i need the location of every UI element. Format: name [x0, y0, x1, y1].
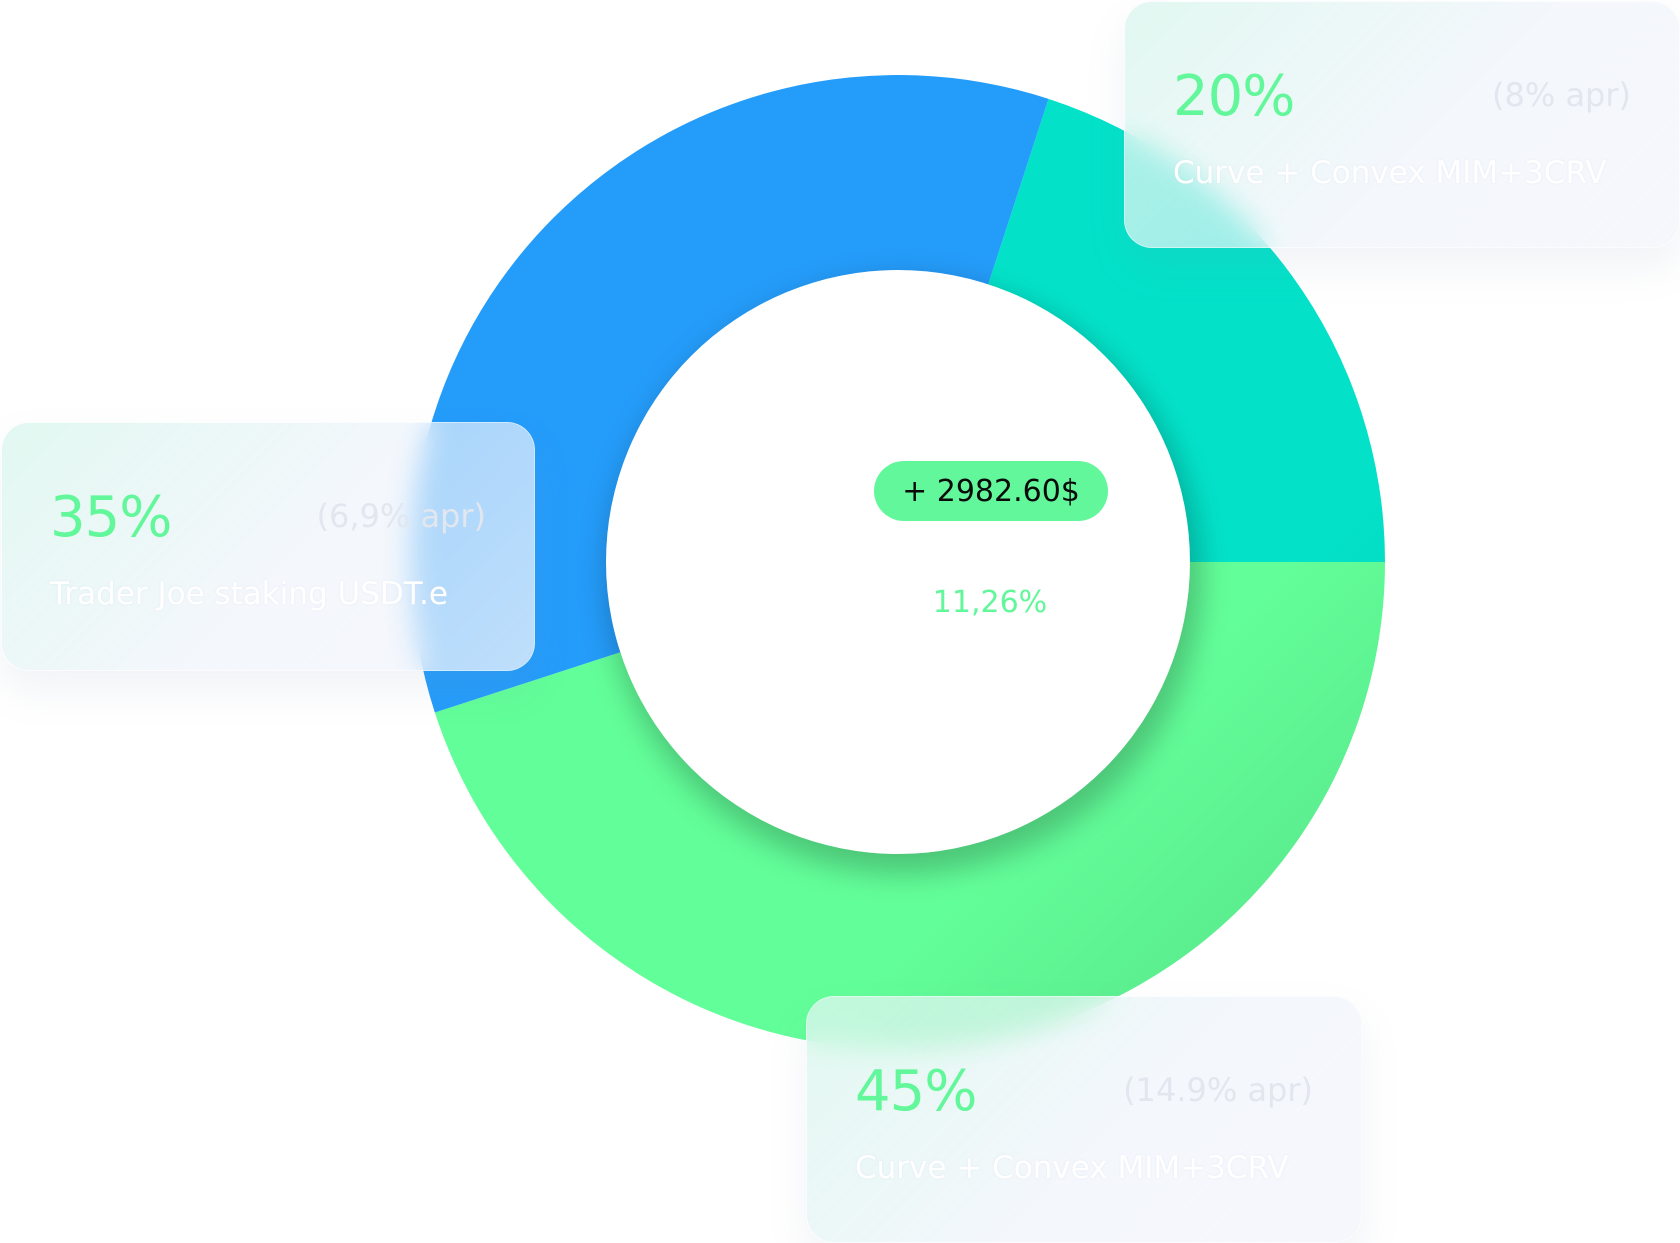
legend-apr: (14.9% apr): [1123, 1071, 1313, 1109]
center-amount-badge: + 2982.60$: [874, 461, 1108, 521]
legend-label: Curve + Convex MIM+3CRV: [1173, 155, 1607, 191]
legend-card-curve-45: 45% (14.9% apr) Curve + Convex MIM+3CRV: [806, 996, 1362, 1243]
donut-hole: [606, 270, 1190, 854]
legend-apr: (6,9% apr): [316, 497, 486, 535]
legend-percent: 20%: [1173, 64, 1295, 129]
center-percent: 11,26%: [932, 585, 1048, 620]
center-amount: + 2982.60$: [902, 473, 1080, 509]
legend-apr: (8% apr): [1492, 76, 1631, 114]
legend-label: Trader Joe staking USDT.e: [50, 576, 448, 612]
legend-card-traderjoe-35: 35% (6,9% apr) Trader Joe staking USDT.e: [1, 422, 535, 671]
legend-percent: 35%: [50, 485, 172, 550]
legend-label: Curve + Convex MIM+3CRV: [855, 1150, 1289, 1186]
legend-card-curve-20: 20% (8% apr) Curve + Convex MIM+3CRV: [1124, 1, 1680, 248]
legend-percent: 45%: [855, 1059, 977, 1124]
